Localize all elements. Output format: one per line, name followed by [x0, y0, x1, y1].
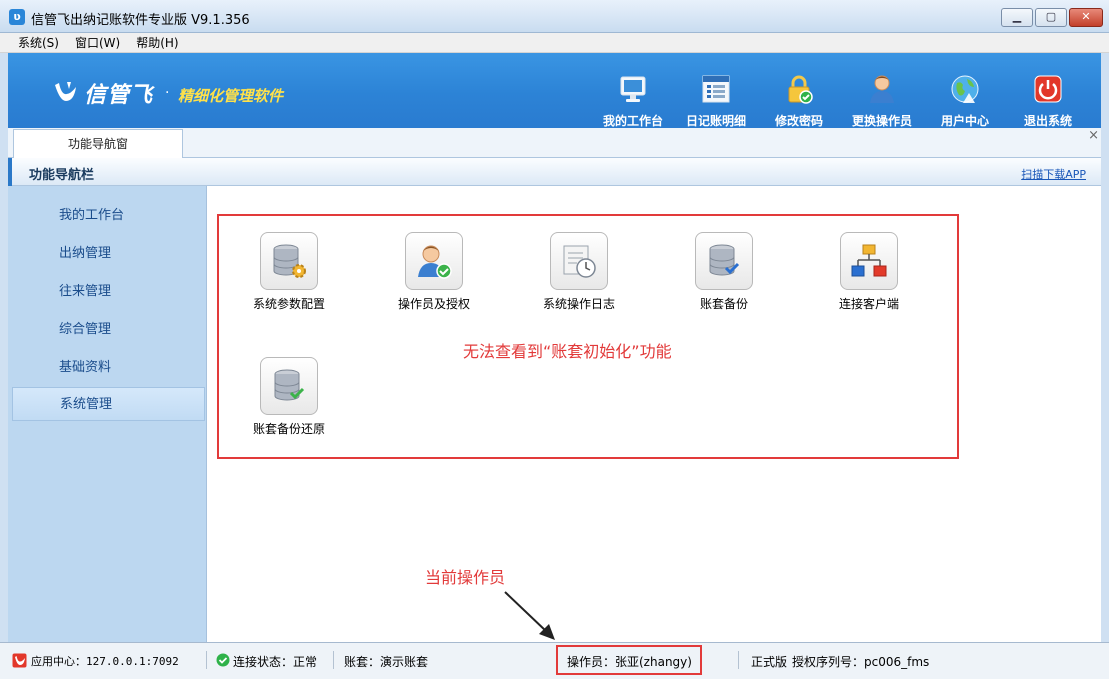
database-restore-icon [274, 369, 305, 401]
function-label: 连接客户端 [838, 297, 899, 311]
sidebar-item-general[interactable]: 综合管理 [12, 313, 205, 347]
function-button[interactable] [550, 232, 608, 290]
toolbar-label: 用户中心 [940, 114, 989, 128]
minimize-button[interactable]: ▁ [1001, 8, 1033, 27]
status-operator: 操作员：张亚(zhangy) [567, 653, 692, 670]
function-operator-auth[interactable]: 操作员及授权 [384, 232, 484, 312]
brand-slogan: 精细化管理软件 [178, 87, 284, 105]
toolbar-exit[interactable]: 退出系统 [1008, 73, 1088, 129]
window-title: 信管飞出纳记账软件专业版 V9.1.356 [31, 13, 250, 28]
function-label: 账套备份还原 [252, 422, 325, 436]
header-banner: 信管飞 · 精细化管理软件 我的工作台 日记账明细 修改密码 更换操作员 用户中… [8, 53, 1101, 128]
monitor-icon [620, 76, 646, 102]
toolbar-my-workbench[interactable]: 我的工作台 [593, 73, 673, 129]
check-circle-icon [216, 653, 230, 667]
function-label: 系统参数配置 [252, 297, 325, 311]
brand-separator: · [165, 85, 170, 101]
menu-help[interactable]: 帮助(H) [136, 34, 178, 51]
scan-download-app-link[interactable]: 扫描下载APP [1021, 166, 1086, 182]
tab-strip: 功能导航窗 × [8, 128, 1101, 159]
network-icon [851, 244, 887, 277]
toolbar-label: 修改密码 [774, 114, 823, 128]
toolbar-label: 退出系统 [1023, 114, 1072, 128]
function-label: 系统操作日志 [542, 297, 615, 311]
brand-logo-icon [55, 82, 76, 101]
status-account-set: 账套：演示账套 [344, 655, 429, 669]
status-connection: 连接状态：正常 [233, 655, 318, 669]
function-button[interactable] [260, 357, 318, 415]
status-license: 授权序列号：pc006_fms [792, 655, 930, 669]
tab-function-navigation[interactable]: 功能导航窗 [13, 129, 183, 159]
menu-system[interactable]: 系统(S) [18, 34, 59, 51]
annotation-missing-feature: 无法查看到“账套初始化”功能 [463, 342, 672, 361]
annotation-arrow-icon [504, 591, 555, 640]
sidebar-item-system[interactable]: 系统管理 [12, 387, 205, 421]
sidebar: 我的工作台 出纳管理 往来管理 综合管理 基础资料 系统管理 [8, 186, 207, 642]
toolbar-switch-operator[interactable]: 更换操作员 [842, 73, 922, 129]
tab-close-icon[interactable]: × [1088, 128, 1099, 143]
toolbar-journal-detail[interactable]: 日记账明细 [676, 73, 756, 129]
lock-icon [788, 75, 813, 104]
sidebar-item-cashier[interactable]: 出纳管理 [12, 237, 205, 271]
function-system-params[interactable]: 系统参数配置 [239, 232, 339, 312]
function-label: 操作员及授权 [397, 297, 470, 311]
function-account-backup[interactable]: 账套备份 [674, 232, 774, 312]
nav-header-title: 功能导航栏 [29, 168, 95, 183]
close-button[interactable]: ✕ [1069, 8, 1103, 27]
toolbar-label: 我的工作台 [602, 114, 663, 128]
toolbar-label: 日记账明细 [685, 114, 746, 128]
user-icon [870, 75, 894, 103]
status-edition: 正式版 [751, 655, 788, 669]
sidebar-item-my-workbench[interactable]: 我的工作台 [12, 199, 205, 233]
sidebar-item-basic-data[interactable]: 基础资料 [12, 351, 205, 385]
status-bar: 应用中心：127.0.0.1:7092 连接状态：正常 账套：演示账套 操作员：… [0, 642, 1109, 679]
status-app-center-text: 应用中心：127.0.0.1:7092 [31, 655, 179, 668]
user-check-icon [418, 245, 452, 279]
power-icon [1034, 75, 1062, 103]
sidebar-item-receivables[interactable]: 往来管理 [12, 275, 205, 309]
toolbar-label: 更换操作员 [851, 114, 912, 128]
log-clock-icon [563, 245, 596, 278]
function-button[interactable] [840, 232, 898, 290]
nav-header-accent [8, 158, 12, 186]
brand-name: 信管飞 [84, 83, 154, 108]
function-operation-log[interactable]: 系统操作日志 [529, 232, 629, 312]
function-button[interactable] [405, 232, 463, 290]
globe-icon [951, 75, 979, 103]
annotation-current-operator: 当前操作员 [425, 568, 506, 587]
status-operator-text: 操作员：张亚(zhangy) [567, 655, 692, 669]
window-controls: ▁ ▢ ✕ [1001, 8, 1103, 27]
maximize-button[interactable]: ▢ [1035, 8, 1067, 27]
app-center-icon [12, 653, 27, 668]
database-backup-icon [709, 244, 740, 276]
menu-window[interactable]: 窗口(W) [75, 34, 120, 51]
database-gear-icon [273, 244, 306, 278]
function-backup-restore[interactable]: 账套备份还原 [239, 357, 339, 437]
status-separator [738, 651, 739, 669]
nav-header: 功能导航栏 扫描下载APP [8, 158, 1101, 186]
status-app-center: 应用中心：127.0.0.1:7092 [31, 653, 179, 669]
function-button[interactable] [695, 232, 753, 290]
toolbar-user-center[interactable]: 用户中心 [925, 73, 1005, 129]
toolbar-change-password[interactable]: 修改密码 [759, 73, 839, 129]
menu-bar: 系统(S) 窗口(W) 帮助(H) [0, 33, 1109, 53]
function-button[interactable] [260, 232, 318, 290]
app-logo-icon: ʋ [9, 9, 25, 25]
function-label: 账套备份 [699, 297, 748, 311]
main-panel: 系统参数配置 操作员及授权 系统操作日志 账套备份 连接客户端 账套备份还原 无… [207, 186, 1101, 642]
ledger-icon [702, 75, 730, 103]
function-connect-client[interactable]: 连接客户端 [819, 232, 919, 312]
title-bar: ʋ 信管飞出纳记账软件专业版 V9.1.356 ▁ ▢ ✕ [0, 0, 1109, 33]
status-separator [206, 651, 207, 669]
status-separator [333, 651, 334, 669]
